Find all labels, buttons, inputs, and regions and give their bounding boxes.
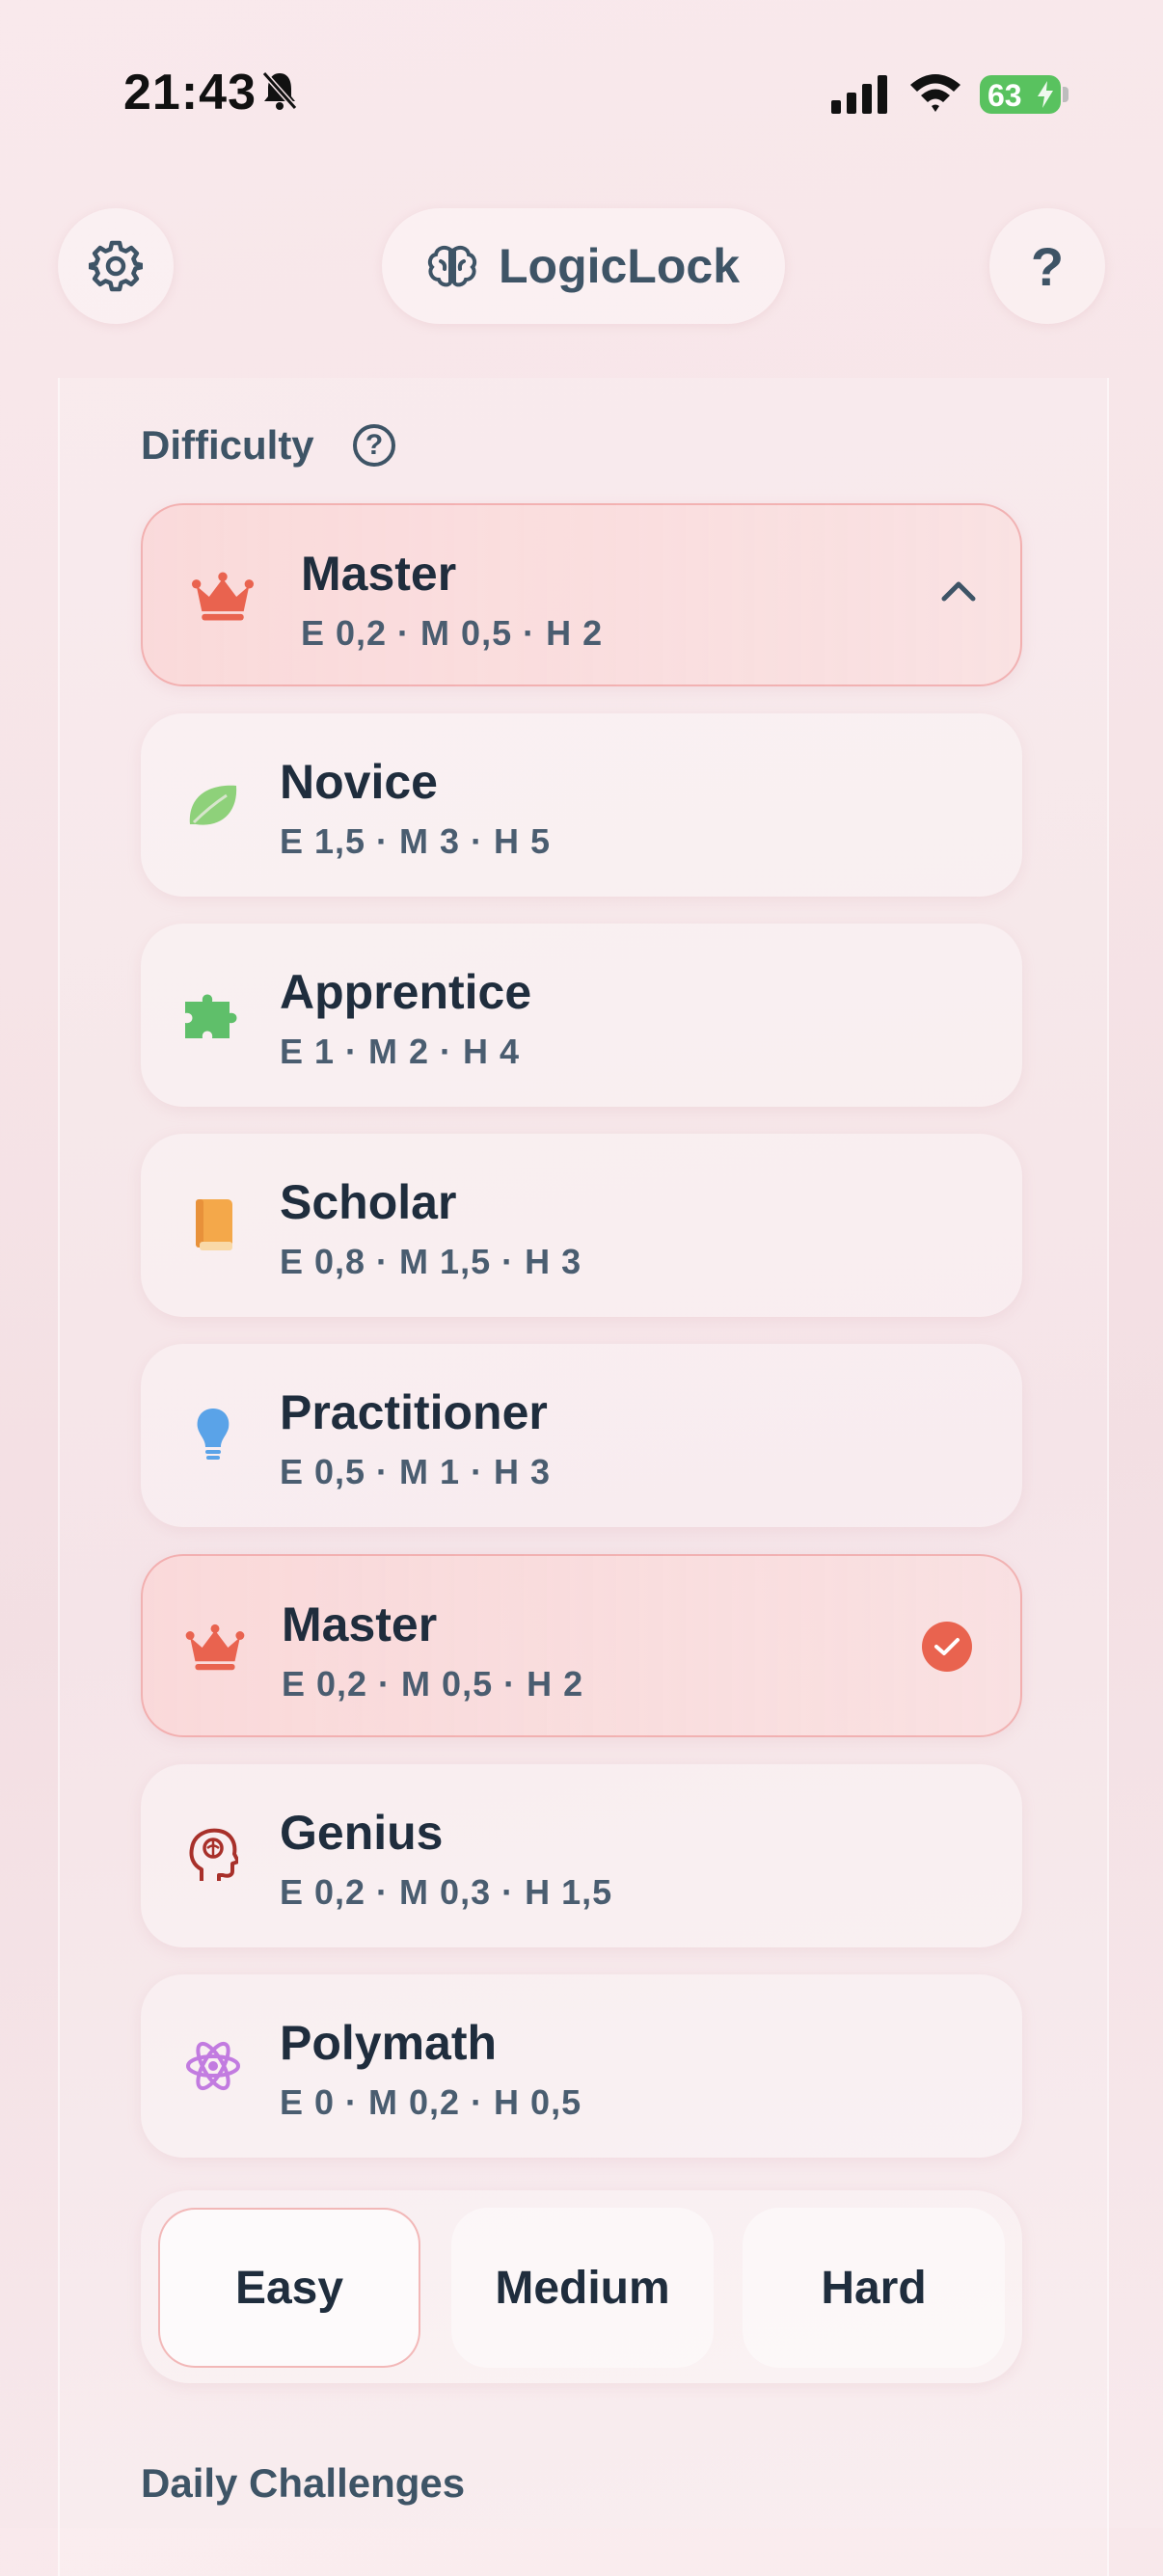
difficulty-option-master[interactable]: Master E 0,2 · M 0,5 · H 2 xyxy=(141,1554,1022,1737)
lightbulb-icon xyxy=(181,1404,245,1467)
battery-indicator: 63 xyxy=(980,75,1061,114)
app-title-pill: LogicLock xyxy=(382,208,785,324)
option-name: Apprentice xyxy=(280,965,532,1019)
difficulty-info-icon[interactable]: ? xyxy=(353,424,395,467)
option-name: Novice xyxy=(280,755,438,809)
option-name: Genius xyxy=(280,1806,444,1860)
difficulty-option-apprentice[interactable]: Apprentice E 1 · M 2 · H 4 xyxy=(141,924,1022,1107)
atom-icon xyxy=(181,2034,245,2098)
difficulty-option-practitioner[interactable]: Practitioner E 0,5 · M 1 · H 3 xyxy=(141,1344,1022,1527)
difficulty-option-polymath[interactable]: Polymath E 0 · M 0,2 · H 0,5 xyxy=(141,1974,1022,2158)
brain-head-icon xyxy=(181,1824,245,1888)
option-detail: E 1 · M 2 · H 4 xyxy=(280,1032,521,1071)
daily-challenges-label: Daily Challenges xyxy=(141,2460,466,2506)
cellular-signal-icon xyxy=(831,75,889,119)
level-medium-button[interactable]: Medium xyxy=(451,2208,714,2368)
option-detail: E 0,2 · M 0,5 · H 2 xyxy=(282,1664,584,1704)
difficulty-option-scholar[interactable]: Scholar E 0,8 · M 1,5 · H 3 xyxy=(141,1134,1022,1317)
book-icon xyxy=(181,1194,245,1257)
option-detail: E 0,8 · M 1,5 · H 3 xyxy=(280,1242,582,1281)
charging-bolt-icon xyxy=(1038,81,1053,108)
silent-bell-icon xyxy=(260,69,299,117)
status-time: 21:43 xyxy=(123,65,257,121)
dropdown-selected-detail: E 0,2 · M 0,5 · H 2 xyxy=(301,613,604,653)
option-name: Polymath xyxy=(280,2016,498,2070)
difficulty-option-genius[interactable]: Genius E 0,2 · M 0,3 · H 1,5 xyxy=(141,1764,1022,1947)
crown-icon xyxy=(183,1616,247,1679)
level-segmented-control: Easy Medium Hard xyxy=(141,2190,1022,2383)
battery-tip xyxy=(1063,87,1068,102)
option-name: Scholar xyxy=(280,1175,457,1229)
chevron-up-icon xyxy=(941,581,976,602)
app-title: LogicLock xyxy=(498,239,741,293)
option-detail: E 0,2 · M 0,3 · H 1,5 xyxy=(280,1872,613,1912)
difficulty-option-novice[interactable]: Novice E 1,5 · M 3 · H 5 xyxy=(141,713,1022,897)
gear-icon xyxy=(89,240,143,292)
option-detail: E 1,5 · M 3 · H 5 xyxy=(280,821,552,861)
crown-icon xyxy=(191,565,255,629)
wifi-icon xyxy=(908,71,962,119)
battery-level: 63 xyxy=(987,78,1022,113)
help-label: ? xyxy=(1030,235,1065,297)
brain-icon xyxy=(427,245,477,287)
settings-button[interactable] xyxy=(58,208,174,324)
level-easy-button[interactable]: Easy xyxy=(158,2208,420,2368)
option-name: Practitioner xyxy=(280,1385,548,1439)
difficulty-dropdown[interactable]: Master E 0,2 · M 0,5 · H 2 xyxy=(141,503,1022,686)
puzzle-icon xyxy=(181,983,245,1047)
option-name: Master xyxy=(282,1597,438,1651)
dropdown-selected-name: Master xyxy=(301,547,457,601)
difficulty-section-label: Difficulty xyxy=(141,422,314,468)
status-bar: 21:43 63 xyxy=(0,0,1163,183)
checkmark-icon xyxy=(922,1622,972,1672)
help-button[interactable]: ? xyxy=(989,208,1105,324)
option-detail: E 0 · M 0,2 · H 0,5 xyxy=(280,2082,582,2122)
option-detail: E 0,5 · M 1 · H 3 xyxy=(280,1452,552,1491)
leaf-icon xyxy=(181,773,245,837)
level-hard-button[interactable]: Hard xyxy=(743,2208,1005,2368)
